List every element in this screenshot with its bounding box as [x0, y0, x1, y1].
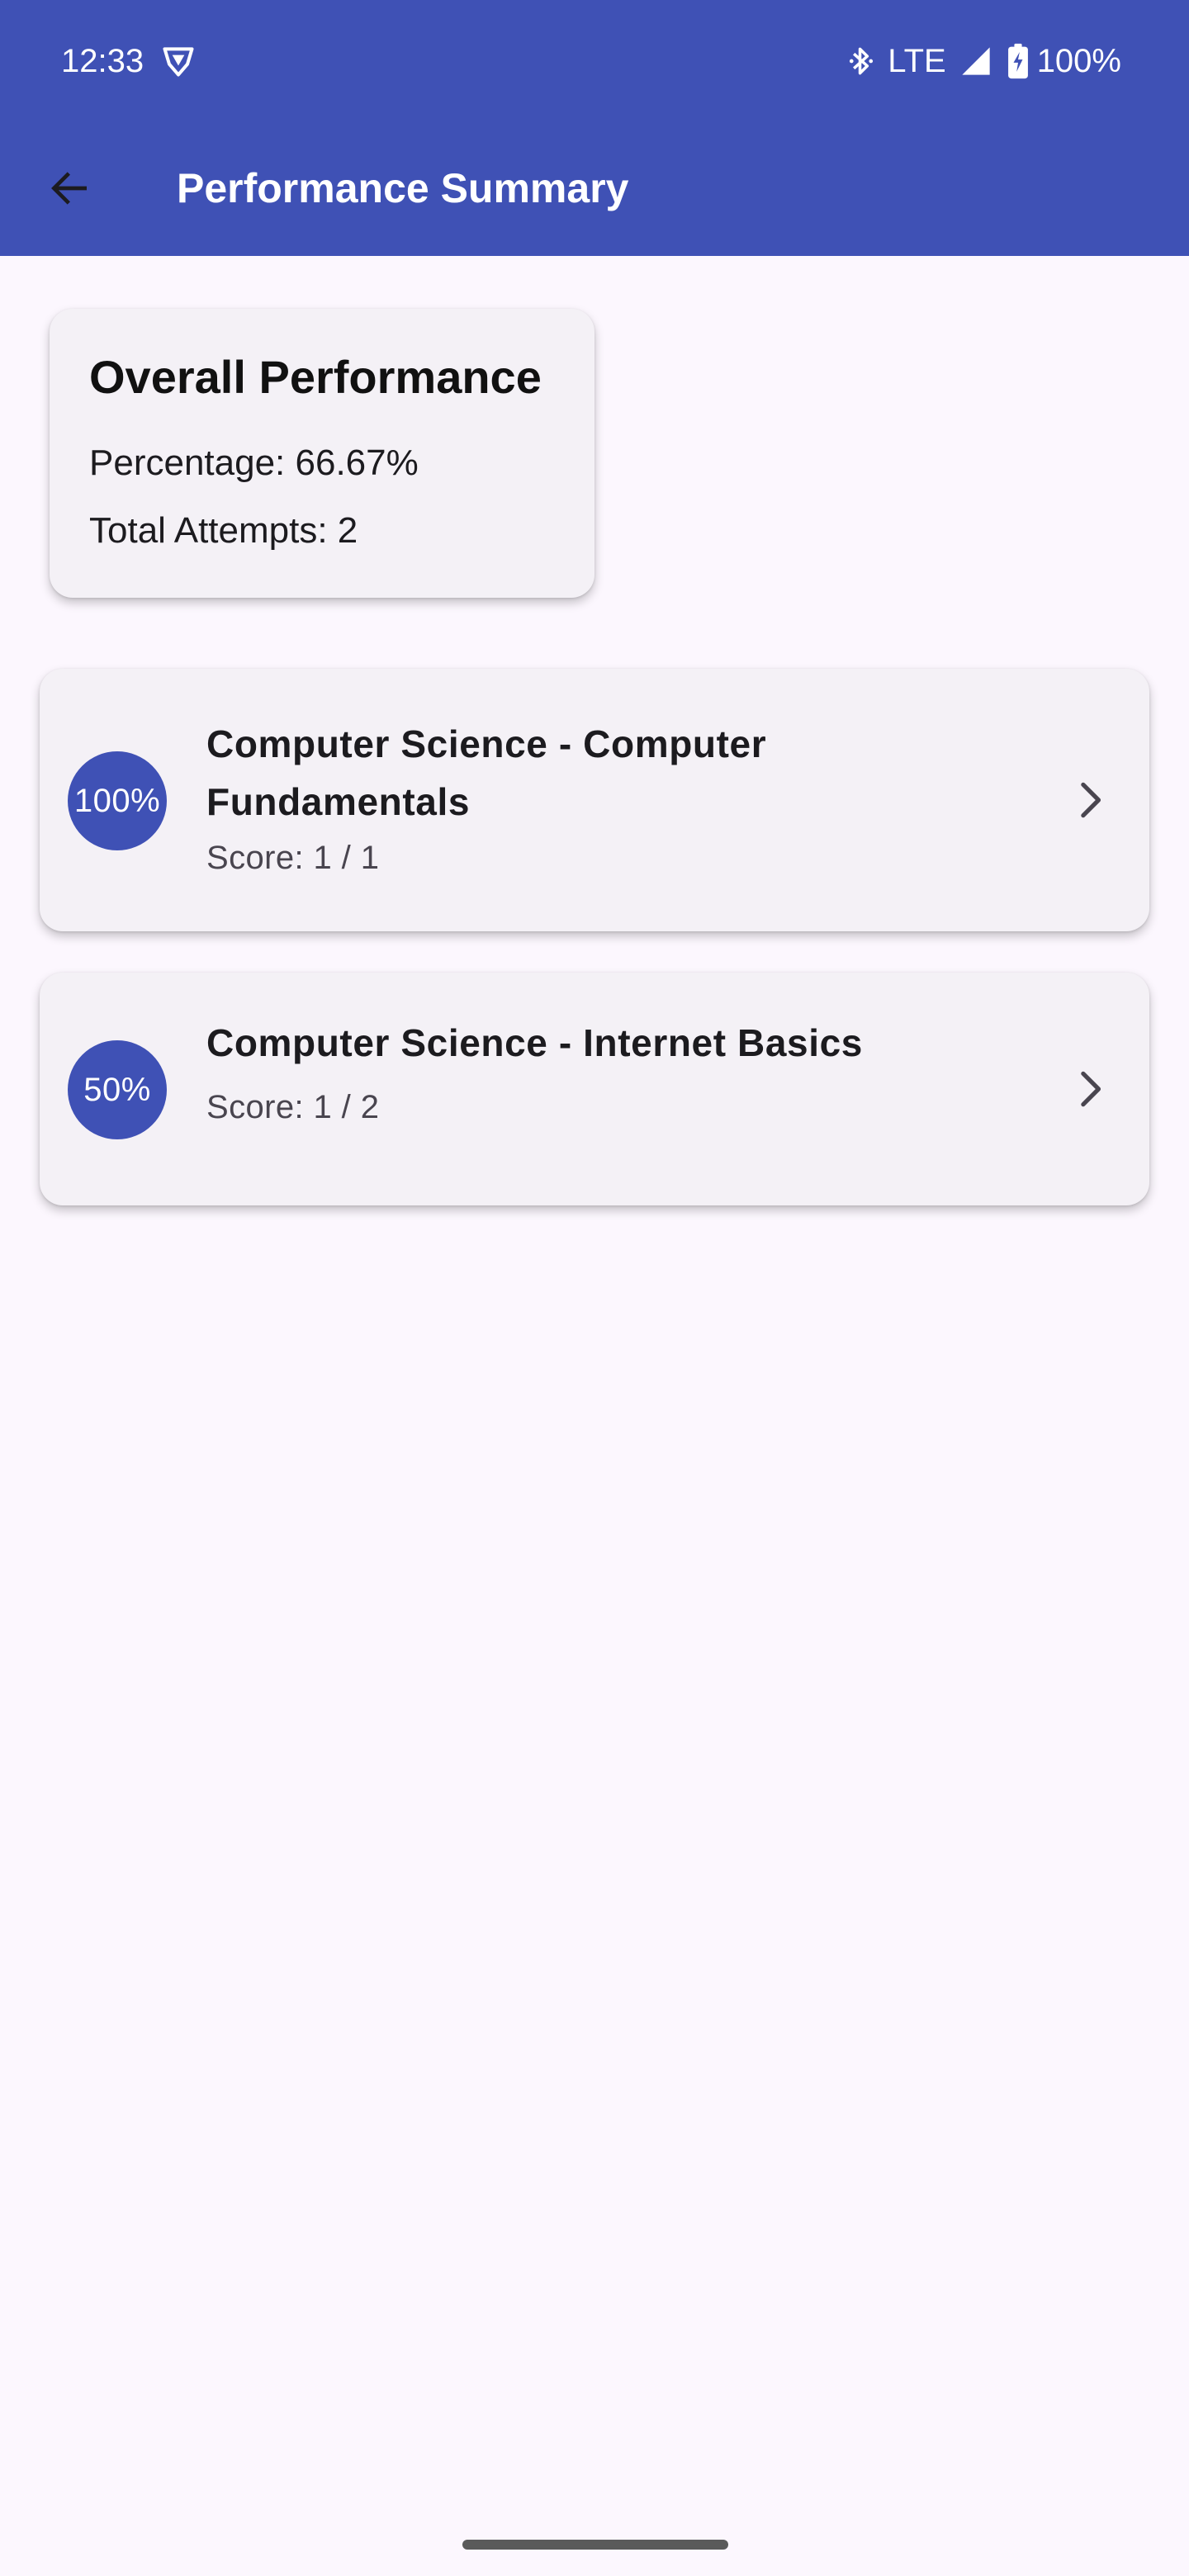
battery-level: 100%: [1036, 43, 1121, 79]
topic-score: Score: 1 / 1: [206, 840, 380, 876]
back-button[interactable]: [36, 155, 102, 221]
score-badge: 50%: [68, 1040, 167, 1139]
chevron-right-icon: [1063, 1063, 1116, 1115]
vpn-shield-icon: [163, 47, 194, 77]
topic-card-computer-fundamentals[interactable]: 100% Computer Science - Computer Fundame…: [40, 669, 1149, 931]
overall-percentage: Percentage: 66.67%: [89, 443, 419, 483]
battery-charging-icon: [1007, 43, 1028, 79]
arrow-back-icon: [51, 172, 87, 205]
topic-card-internet-basics[interactable]: 50% Computer Science - Internet Basics S…: [40, 973, 1149, 1205]
signal-icon: [962, 47, 990, 75]
status-bar: 12:33 LTE 100%: [0, 0, 1189, 122]
network-type: LTE: [888, 43, 946, 79]
status-icons: LTE 100%: [846, 40, 1121, 83]
overall-attempts: Total Attempts: 2: [89, 510, 358, 551]
topic-title: Computer Science - Computer Fundamentals: [206, 722, 767, 823]
home-indicator[interactable]: [462, 2540, 728, 2550]
topic-title: Computer Science - Internet Basics: [206, 1021, 863, 1064]
status-time: 12:33: [61, 43, 144, 79]
overall-title: Overall Performance: [89, 351, 542, 403]
topic-score: Score: 1 / 2: [206, 1089, 380, 1125]
score-badge: 100%: [68, 751, 167, 850]
overall-performance-card: Overall Performance Percentage: 66.67% T…: [50, 309, 594, 598]
top-area: 12:33 LTE 100% Performance Summary: [0, 0, 1189, 256]
page-title: Performance Summary: [177, 165, 629, 211]
app-screen: 12:33 LTE 100% Performance Summary Overa…: [0, 0, 1189, 2576]
app-bar: Performance Summary: [0, 122, 1189, 256]
chevron-right-icon: [1063, 774, 1116, 826]
bluetooth-icon: [850, 47, 874, 75]
